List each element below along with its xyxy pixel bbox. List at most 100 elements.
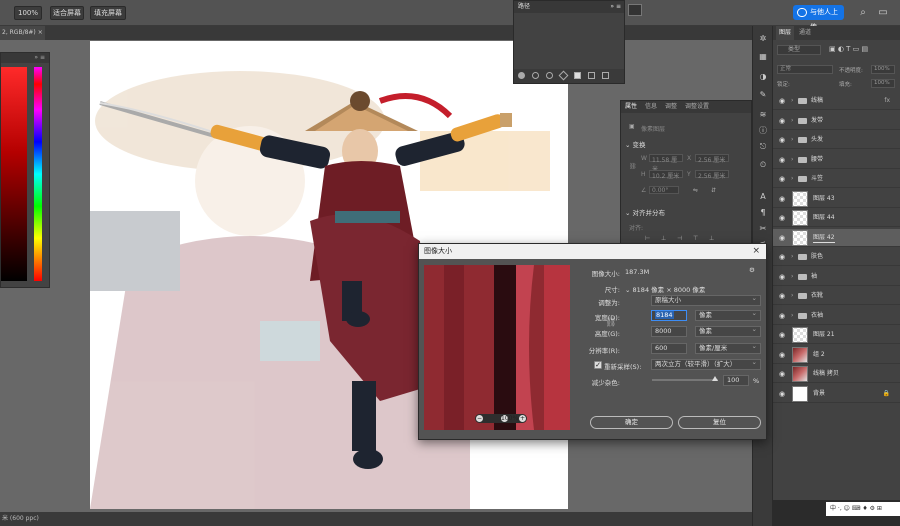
height-input[interactable]: 8000 [651, 326, 687, 337]
visibility-eye-icon[interactable]: ◉ [779, 175, 787, 183]
paragraph-icon[interactable]: ¶ [758, 208, 768, 218]
h-field[interactable]: 10.2 厘米 [649, 170, 683, 180]
opacity-field[interactable]: 100% [871, 65, 895, 74]
color-panel-menu[interactable]: » ≡ [1, 53, 49, 63]
layer-filter[interactable]: 类型 [777, 45, 821, 55]
expand-chevron-icon[interactable]: › [791, 175, 796, 183]
flip-horizontal-icon[interactable]: ⇋ [693, 187, 698, 194]
visibility-eye-icon[interactable]: ◉ [779, 273, 787, 281]
lock-icon[interactable]: 🔒 [883, 390, 890, 397]
layer-row[interactable]: ◉ › 斗笠 [773, 170, 900, 188]
expand-chevron-icon[interactable]: › [791, 117, 796, 125]
layer-row[interactable]: ◉ 图层 42 [773, 228, 900, 247]
share-button[interactable]: 与他人上传 [793, 5, 844, 31]
new-path-icon[interactable] [588, 72, 595, 79]
expand-chevron-icon[interactable]: › [791, 136, 796, 144]
visibility-eye-icon[interactable]: ◉ [779, 97, 787, 105]
flip-vertical-icon[interactable]: ⇵ [711, 187, 716, 194]
visibility-eye-icon[interactable]: ◉ [779, 312, 787, 320]
expand-chevron-icon[interactable]: › [791, 312, 796, 320]
visibility-eye-icon[interactable]: ◉ [779, 370, 787, 378]
dim-chevron-icon[interactable]: ⌄ [625, 286, 630, 294]
tab-layers[interactable]: 图层 [776, 26, 795, 40]
transform-section-title[interactable]: ⌄ 变换 [625, 139, 646, 149]
align-right-icon[interactable]: ⊣ [677, 235, 682, 242]
expand-chevron-icon[interactable]: › [791, 97, 796, 105]
paths-panel-icon[interactable] [628, 4, 642, 16]
layer-row[interactable]: ◉ › 肤色 [773, 248, 900, 266]
w-field[interactable]: 11.58 厘米 [649, 154, 683, 173]
zoom-out-icon[interactable]: − [476, 415, 483, 422]
paths-panel-title[interactable]: 路径 [518, 3, 530, 10]
noise-slider-handle[interactable] [712, 376, 718, 381]
fit-to-select[interactable]: 原稿大小 [651, 294, 761, 306]
fx-badge[interactable]: fx [884, 97, 890, 104]
blend-mode-select[interactable]: 正常 [777, 65, 833, 74]
visibility-eye-icon[interactable]: ◉ [779, 214, 787, 222]
layer-row[interactable]: ◉ › 线稿 fx [773, 92, 900, 110]
angle-field[interactable]: 0.00° [649, 186, 679, 194]
layer-row[interactable]: ◉ › 发带 [773, 112, 900, 130]
tab-channels[interactable]: 通道 [799, 26, 811, 40]
resample-select[interactable]: 两次立方（较平滑）（扩大） [651, 358, 761, 370]
layer-row[interactable]: ◉ 图层 44 [773, 209, 900, 227]
layer-row[interactable]: ◉ › 衣靴 [773, 287, 900, 305]
tab-adjustment-settings[interactable]: 调整设置 [685, 101, 709, 113]
visibility-eye-icon[interactable]: ◉ [779, 195, 787, 203]
align-section-title[interactable]: ⌄ 对齐并分布 [625, 207, 665, 217]
layer-row[interactable]: ◉ 线稿 拷贝 [773, 365, 900, 383]
ok-button[interactable]: 确定 [590, 416, 673, 429]
visibility-eye-icon[interactable]: ◉ [779, 331, 787, 339]
visibility-eye-icon[interactable]: ◉ [779, 136, 787, 144]
x-field[interactable]: 2.56 厘米 [695, 154, 729, 164]
tab-info[interactable]: 信息 [645, 101, 657, 113]
visibility-eye-icon[interactable]: ◉ [779, 156, 787, 164]
color-icon[interactable]: ◑ [758, 72, 768, 82]
expand-chevron-icon[interactable]: › [791, 253, 796, 261]
load-selection-icon[interactable] [546, 72, 553, 79]
visibility-eye-icon[interactable]: ◉ [779, 117, 787, 125]
layer-row[interactable]: ◉ › 袖 [773, 268, 900, 286]
layer-row[interactable]: ◉ › 衣袖 [773, 307, 900, 325]
noise-slider[interactable] [652, 379, 718, 381]
tab-properties[interactable]: 属性 [625, 101, 637, 113]
align-center-icon[interactable]: ⊥ [661, 235, 666, 242]
visibility-eye-icon[interactable]: ◉ [779, 351, 787, 359]
document-tab[interactable]: 2, RGB/8#) × [0, 26, 45, 40]
stroke-path-icon[interactable] [532, 72, 539, 79]
visibility-eye-icon[interactable]: ◉ [779, 390, 787, 398]
paths-icon[interactable]: ⎋ [758, 142, 768, 152]
expand-chevron-icon[interactable]: › [791, 156, 796, 164]
link-icon[interactable]: ⛓ [629, 163, 637, 170]
align-left-icon[interactable]: ⊢ [645, 235, 650, 242]
fill-path-icon[interactable] [518, 72, 525, 79]
align-top-icon[interactable]: ⊤ [693, 235, 698, 242]
layer-row[interactable]: ◉ › 腰带 [773, 151, 900, 169]
fill-screen-button[interactable]: 填充屏幕 [90, 6, 126, 20]
paths-panel-menu[interactable]: » ≡ [610, 1, 621, 13]
filter-icons[interactable]: ▣ ◐ T ▭ ▤ [829, 45, 868, 53]
visibility-eye-icon[interactable]: ◉ [779, 253, 787, 261]
tools-icon[interactable]: ✂ [758, 224, 768, 234]
expand-chevron-icon[interactable]: › [791, 292, 796, 300]
fill-field[interactable]: 100% [871, 79, 895, 88]
brush-icon[interactable]: ✎ [758, 90, 768, 100]
noise-input[interactable]: 100 [723, 375, 749, 386]
width-unit-select[interactable]: 像素 [695, 309, 761, 321]
workspace-icon[interactable]: ▭ [877, 7, 889, 19]
add-mask-icon[interactable] [574, 72, 581, 79]
gear-icon[interactable]: ⚙ [749, 266, 755, 274]
image-preview[interactable]: − 100% + [424, 265, 570, 430]
swatches-icon[interactable]: ▦ [758, 52, 768, 62]
tab-adjustments[interactable]: 调整 [665, 101, 677, 113]
close-icon[interactable]: × [752, 244, 760, 259]
zoom-field[interactable]: 100% [14, 6, 42, 20]
gear-icon[interactable]: ✲ [758, 34, 768, 44]
close-icon[interactable]: × [38, 29, 43, 36]
ime-toolbar[interactable]: 中 ·, ☺ ⌨ ♦ ⚙ ⊞ [826, 502, 900, 516]
expand-chevron-icon[interactable]: › [791, 273, 796, 281]
layer-row[interactable]: ◉ › 头发 [773, 131, 900, 149]
character-icon[interactable]: A [758, 192, 768, 202]
reset-button[interactable]: 复位 [678, 416, 761, 429]
resolution-unit-select[interactable]: 像素/厘米 [695, 342, 761, 354]
